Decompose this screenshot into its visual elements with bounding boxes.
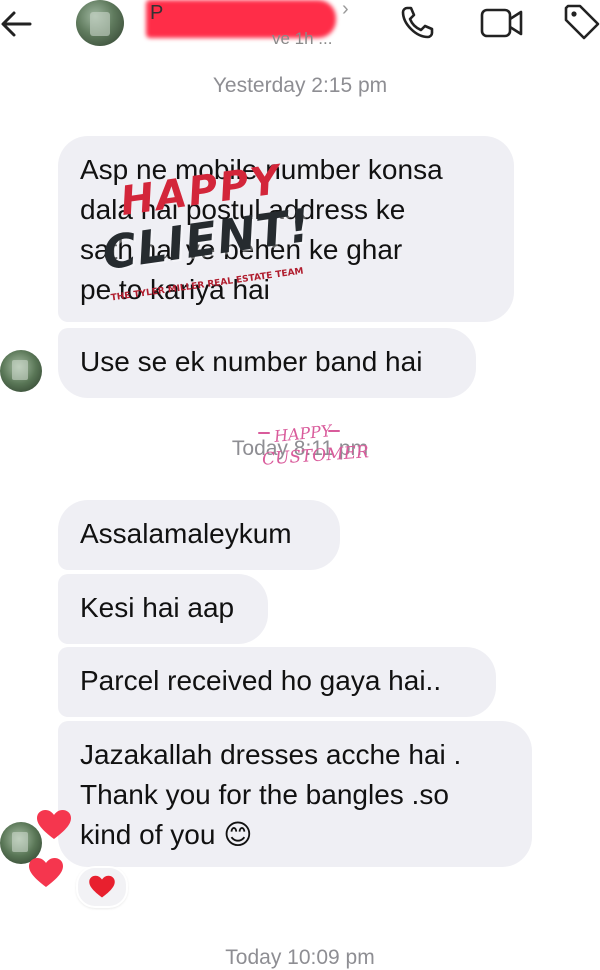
heart-icon [89,875,115,898]
message-line: Kesi hai aap [80,592,235,623]
sender-avatar[interactable] [0,350,42,392]
message-line: kind of you 😊 [80,819,253,850]
message-bubble[interactable]: Kesi hai aap [58,574,268,644]
video-call-button[interactable] [480,2,523,42]
timestamp-divider: Yesterday 2:15 pm [212,74,388,97]
tag-button[interactable] [562,2,600,42]
message-bubble[interactable]: Use se ek number band hai [58,328,476,398]
contact-status: ve 1h ... [272,29,333,48]
message-line: Asp ne mobile number konsa [80,154,443,185]
message-bubble[interactable]: Asp ne mobile number konsa dala hai post… [58,136,514,322]
message-line: Jazakallah dresses acche hai . [80,739,462,770]
tag-icon [564,4,600,40]
back-button[interactable] [0,4,34,40]
sticker-flourish [258,432,270,434]
contact-name[interactable]: P [150,0,163,26]
message-bubble[interactable]: Jazakallah dresses acche hai . Thank you… [58,721,532,867]
heart-icon [29,858,63,887]
timestamp-divider: Today 8:11 pm [231,437,369,460]
phone-call-button[interactable] [398,2,438,42]
message-bubble[interactable]: Assalamaleykum [58,500,340,570]
message-reaction[interactable] [76,866,128,908]
message-line: pe to kariya hai [80,274,270,305]
message-line: dala hai postul address ke [80,194,406,225]
message-bubble[interactable]: Parcel received ho gaya hai.. [58,647,496,717]
phone-icon [401,6,434,39]
contact-avatar[interactable] [76,0,124,46]
timestamp-divider: Today 10:09 pm [225,946,375,969]
message-line: sath hai ye behen ke ghar [80,234,403,265]
message-line: Thank you for the bangles .so [80,779,449,810]
message-line: Parcel received ho gaya hai.. [80,665,442,696]
chat-header: P › ve 1h ... [0,0,600,56]
message-line: Assalamaleykum [80,518,292,549]
message-line: Use se ek number band hai [80,346,423,377]
chat-screen: P › ve 1h ... Yesterday 2:15 pm Asp ne m… [0,0,600,970]
video-camera-icon [480,8,523,38]
arrow-left-icon [1,11,32,37]
chevron-right-icon[interactable]: › [342,0,349,21]
sticker-flourish [328,430,340,432]
heart-icon [37,810,71,839]
